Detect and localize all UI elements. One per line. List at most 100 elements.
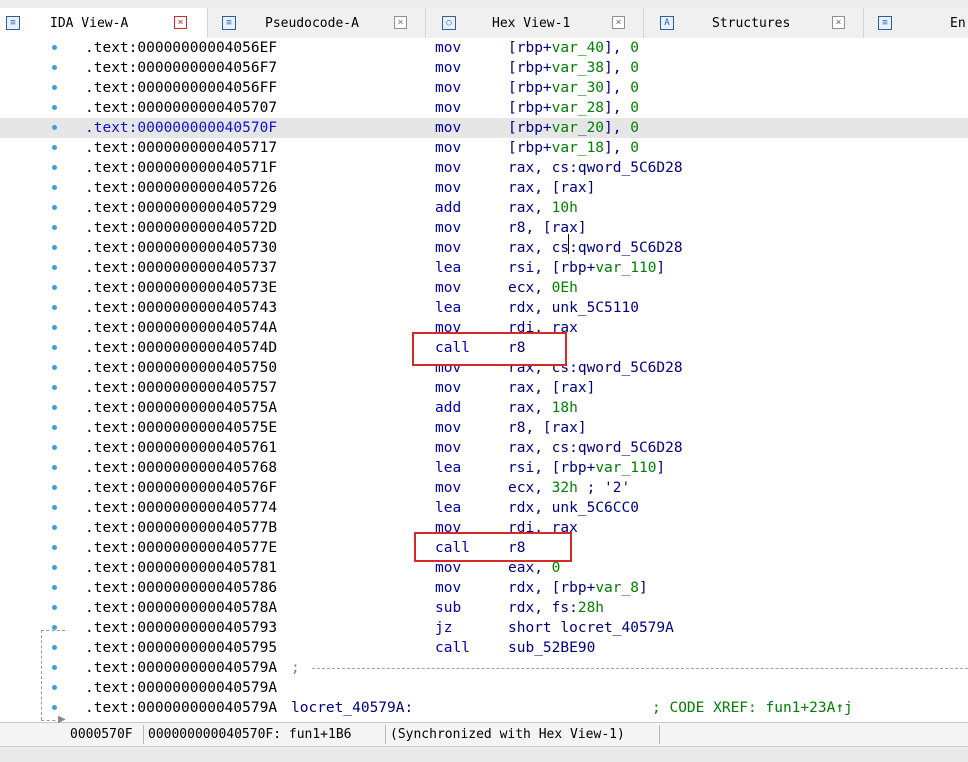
listing-row[interactable]: .text:0000000000405717 mov [rbp+var_18], 0 bbox=[0, 138, 968, 158]
operand-tail: ] bbox=[638, 580, 648, 596]
breakpoint-bullet-icon[interactable] bbox=[52, 285, 57, 290]
breakpoint-bullet-icon[interactable] bbox=[52, 485, 57, 490]
breakpoint-bullet-icon[interactable] bbox=[52, 205, 57, 210]
breakpoint-bullet-icon[interactable] bbox=[52, 85, 57, 90]
breakpoint-bullet-icon[interactable] bbox=[52, 425, 57, 430]
listing-row[interactable]: .text:000000000040575A add rax, 18h bbox=[0, 398, 968, 418]
breakpoint-bullet-icon[interactable] bbox=[52, 245, 57, 250]
breakpoint-bullet-icon[interactable] bbox=[52, 405, 57, 410]
operand-text: rdx, [rbp+ bbox=[508, 580, 596, 596]
row-address: .text:0000000000405743 bbox=[85, 300, 278, 316]
breakpoint-bullet-icon[interactable] bbox=[52, 445, 57, 450]
operand-text: [rbp+ bbox=[508, 100, 552, 116]
row-mnemonic: mov bbox=[435, 420, 462, 436]
row-address: .text:0000000000405768 bbox=[85, 460, 278, 476]
disassembly-listing[interactable]: .text:00000000004056EF mov [rbp+var_40], 0… bbox=[0, 38, 968, 722]
breakpoint-bullet-icon[interactable] bbox=[52, 325, 57, 330]
breakpoint-bullet-icon[interactable] bbox=[52, 265, 57, 270]
highlight-box-call-1 bbox=[412, 332, 567, 366]
breakpoint-bullet-icon[interactable] bbox=[52, 225, 57, 230]
listing-row[interactable]: .text:0000000000405761 mov rax, cs:qword_5… bbox=[0, 438, 968, 458]
breakpoint-bullet-icon[interactable] bbox=[52, 565, 57, 570]
row-operand: r8, [rax] bbox=[508, 418, 587, 438]
row-mnemonic: add bbox=[435, 200, 462, 216]
listing-row[interactable]: .text:0000000000405757 mov rax, [rax] bbox=[0, 378, 968, 398]
row-mnemonic: lea bbox=[435, 460, 462, 476]
row-address: .text:00000000004056F7 bbox=[85, 60, 278, 76]
row-mnemonic: mov bbox=[435, 380, 462, 396]
listing-row[interactable]: .text:000000000040578A sub rdx, fs:28h bbox=[0, 598, 968, 618]
tab-hex-view-1[interactable]: ○ Hex View-1 × bbox=[426, 8, 644, 38]
listing-row[interactable]: .text:000000000040570F mov [rbp+var_20], 0 bbox=[0, 118, 968, 254]
listing-row[interactable]: .text:0000000000405786 mov rdx, [rbp+var_8… bbox=[0, 578, 968, 598]
flow-line bbox=[41, 630, 42, 720]
listing-row[interactable]: .text:000000000040571F mov rax, cs:qword_5… bbox=[0, 158, 968, 178]
breakpoint-bullet-icon[interactable] bbox=[52, 465, 57, 470]
listing-row[interactable]: .text:00000000004056EF mov [rbp+var_40], 0 bbox=[0, 38, 968, 58]
breakpoint-bullet-icon[interactable] bbox=[52, 605, 57, 610]
listing-row[interactable]: .text:00000000004056F7 mov [rbp+var_38], 0 bbox=[0, 58, 968, 78]
listing-row[interactable]: .text:000000000040572D mov r8, [rax] bbox=[0, 218, 968, 238]
close-icon[interactable]: × bbox=[174, 16, 187, 29]
breakpoint-bullet-icon[interactable] bbox=[52, 165, 57, 170]
listing-row[interactable]: .text:000000000040575E mov r8, [rax] bbox=[0, 418, 968, 438]
breakpoint-bullet-icon[interactable] bbox=[52, 545, 57, 550]
tab-pseudocode-a[interactable]: ≡ Pseudocode-A × bbox=[208, 8, 426, 38]
breakpoint-bullet-icon[interactable] bbox=[52, 525, 57, 530]
row-mnemonic: mov bbox=[435, 220, 462, 236]
operand-text: [rbp+ bbox=[508, 40, 552, 56]
breakpoint-bullet-icon[interactable] bbox=[52, 365, 57, 370]
listing-row[interactable]: .text:00000000004056FF mov [rbp+var_30], 0 bbox=[0, 78, 968, 98]
listing-row[interactable]: .text:0000000000405707 mov [rbp+var_28], 0 bbox=[0, 98, 968, 118]
title-strip bbox=[0, 0, 968, 8]
operand-text: eax, bbox=[508, 560, 552, 576]
listing-row[interactable]: .text:0000000000405774 lea rdx, unk_5C6CC0 bbox=[0, 498, 968, 518]
listing-row[interactable]: .text:0000000000405768 lea rsi, [rbp+var_1… bbox=[0, 458, 968, 478]
listing-row[interactable]: .text:0000000000405743 lea rdx, unk_5C5110 bbox=[0, 298, 968, 318]
tab-enums[interactable]: ≡ En bbox=[864, 8, 968, 38]
listing-row[interactable]: .text:0000000000405729 add rax, 10h bbox=[0, 198, 968, 218]
code-label[interactable]: locret_40579A: bbox=[291, 698, 413, 718]
breakpoint-bullet-icon[interactable] bbox=[52, 125, 57, 130]
listing-row[interactable]: .text:000000000040579A; bbox=[0, 658, 968, 678]
close-icon[interactable]: × bbox=[394, 16, 407, 29]
breakpoint-bullet-icon[interactable] bbox=[52, 305, 57, 310]
breakpoint-bullet-icon[interactable] bbox=[52, 185, 57, 190]
row-mnemonic: mov bbox=[435, 580, 462, 596]
operand-tail: ], bbox=[604, 40, 631, 56]
breakpoint-bullet-icon[interactable] bbox=[52, 65, 57, 70]
row-operand: [rbp+var_18], 0 bbox=[508, 138, 639, 158]
listing-row[interactable]: .text:0000000000405737 lea rsi, [rbp+var_1… bbox=[0, 258, 968, 278]
xref-comment[interactable]: ; CODE XREF: fun1+23A↑j bbox=[652, 698, 853, 718]
row-address: .text:000000000040579A bbox=[85, 700, 278, 716]
breakpoint-bullet-icon[interactable] bbox=[52, 45, 57, 50]
row-mnemonic: mov bbox=[435, 100, 462, 116]
listing-row[interactable]: .text:000000000040579A locret_40579A: ; CO… bbox=[0, 698, 968, 718]
breakpoint-bullet-icon[interactable] bbox=[52, 345, 57, 350]
listing-row[interactable]: .text:0000000000405793 jz short locret_405… bbox=[0, 618, 968, 638]
listing-row[interactable]: .text:000000000040576F mov ecx, 32h ; '2' bbox=[0, 478, 968, 498]
breakpoint-bullet-icon[interactable] bbox=[52, 585, 57, 590]
tab-structures[interactable]: A Structures × bbox=[644, 8, 864, 38]
operand-text: [rbp+ bbox=[508, 120, 552, 136]
row-address: .text:000000000040573E bbox=[85, 280, 278, 296]
row-operand: ecx, 32h ; '2' bbox=[508, 478, 630, 498]
listing-row[interactable]: .text:000000000040573E mov ecx, 0Eh bbox=[0, 278, 968, 298]
breakpoint-bullet-icon[interactable] bbox=[52, 105, 57, 110]
row-address: .text:0000000000405750 bbox=[85, 360, 278, 376]
operand-text: rsi, [rbp+ bbox=[508, 260, 596, 276]
row-address: .text:0000000000405707 bbox=[85, 100, 278, 116]
breakpoint-bullet-icon[interactable] bbox=[52, 385, 57, 390]
listing-row[interactable]: .text:0000000000405726 mov rax, [rax] bbox=[0, 178, 968, 198]
tab-ida-view-a[interactable]: ≡ IDA View-A × bbox=[0, 8, 208, 38]
listing-row[interactable]: .text:0000000000405795 call sub_52BE90 bbox=[0, 638, 968, 658]
row-mnemonic: mov bbox=[435, 80, 462, 96]
breakpoint-bullet-icon[interactable] bbox=[52, 145, 57, 150]
close-icon[interactable]: × bbox=[612, 16, 625, 29]
close-icon[interactable]: × bbox=[832, 16, 845, 29]
listing-row[interactable]: .text:000000000040579A bbox=[0, 678, 968, 698]
listing-row[interactable]: .text:0000000000405730 mov rax, cs:qword_5… bbox=[0, 238, 968, 258]
operand-text: rax, cs:qword_5C6D28 bbox=[508, 440, 683, 456]
breakpoint-bullet-icon[interactable] bbox=[52, 505, 57, 510]
operand-text: rax, bbox=[508, 200, 552, 216]
